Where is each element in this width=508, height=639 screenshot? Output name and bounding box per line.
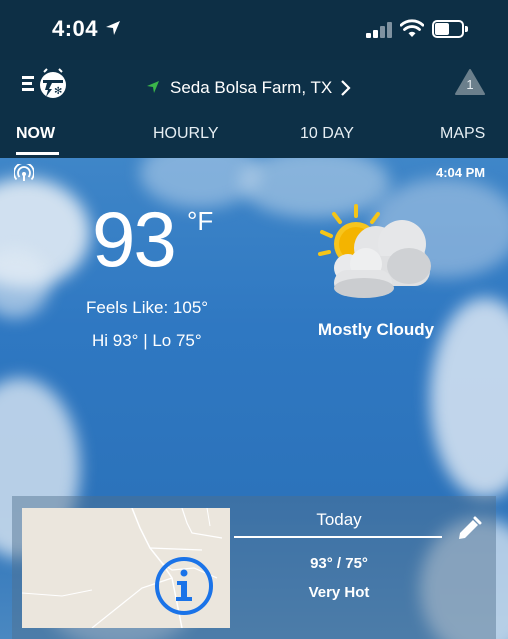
today-description: Very Hot — [308, 584, 370, 601]
svg-text:✻: ✻ — [54, 86, 62, 97]
status-bar: 4:04 — [0, 0, 508, 60]
wifi-icon — [400, 19, 424, 37]
battery-icon — [432, 20, 468, 38]
active-tab-indicator — [16, 152, 59, 155]
tab-maps[interactable]: MAPS — [440, 125, 485, 143]
app-header: ✻ Seda Bolsa Farm, TX 1 — [0, 60, 508, 108]
tab-10-day[interactable]: 10 DAY — [300, 125, 354, 143]
tab-bar: NOW HOURLY 10 DAY MAPS — [0, 108, 508, 158]
location-marker-icon — [147, 81, 159, 93]
location-arrow-icon — [106, 21, 120, 35]
feels-like: Feels Like: 105° — [86, 298, 209, 317]
current-temperature: 93 — [92, 195, 177, 283]
menu-logo-icon[interactable]: ✻ — [22, 68, 70, 100]
partly-cloudy-icon — [318, 204, 431, 298]
alert-button[interactable]: 1 — [455, 68, 485, 96]
radar-broadcast-icon[interactable] — [14, 164, 34, 182]
today-divider — [234, 536, 442, 538]
tab-now[interactable]: NOW — [16, 125, 55, 143]
hi-lo-temperature: Hi 93° | Lo 75° — [92, 331, 202, 350]
cellular-signal-icon — [366, 22, 394, 38]
temperature-unit: °F — [187, 206, 214, 236]
location-name: Seda Bolsa Farm, TX — [170, 78, 333, 97]
condition-text: Mostly Cloudy — [317, 320, 435, 339]
today-temperatures: 93° / 75° — [310, 555, 368, 572]
chevron-right-icon — [341, 80, 351, 96]
edit-pencil-icon[interactable] — [456, 516, 482, 542]
today-label: Today — [316, 510, 362, 529]
tab-hourly[interactable]: HOURLY — [153, 125, 219, 143]
observation-time: 4:04 PM — [436, 165, 486, 180]
alert-count: 1 — [466, 77, 474, 92]
status-time: 4:04 — [52, 16, 99, 41]
info-icon[interactable] — [154, 556, 214, 616]
